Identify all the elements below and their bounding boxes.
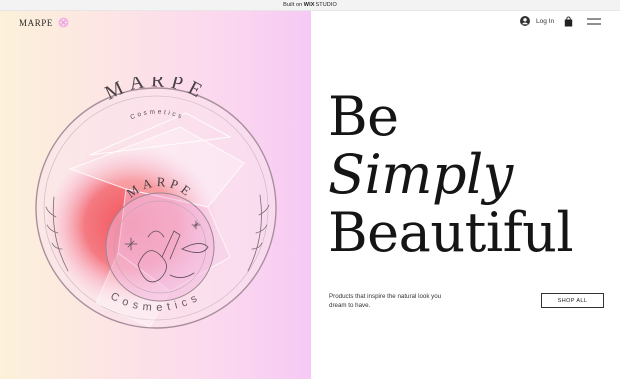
wix-logo: WIX — [303, 2, 315, 8]
marpe-cosmetics-logo-image: MARPE Cosmetics MARPE Cosmetics — [35, 77, 277, 329]
shop-all-button[interactable]: SHOP ALL — [541, 293, 604, 308]
wix-studio-label: STUDIO — [315, 2, 337, 8]
login-button[interactable]: Log In — [520, 16, 554, 26]
hero-heading: Be Simply Beautiful — [328, 85, 574, 264]
login-label: Log In — [536, 17, 555, 25]
banner-prefix: Built on — [283, 2, 303, 8]
hero-image-panel: MARPE Cosmetics MARPE Cosmetics — [0, 11, 311, 379]
user-icon — [520, 16, 530, 26]
hero-line-beautiful: Beautiful — [328, 201, 574, 264]
wix-banner[interactable]: Built on WIX STUDIO — [0, 0, 620, 11]
flower-icon — [58, 17, 69, 28]
hamburger-menu-icon[interactable] — [587, 18, 601, 25]
hero-line-simply: Simply — [328, 143, 513, 206]
hero-line-be: Be — [328, 85, 399, 148]
hero-tagline: Products that inspire the natural look y… — [329, 293, 442, 309]
brand-name[interactable]: MARPE — [19, 18, 53, 28]
shopping-bag-icon[interactable] — [564, 16, 573, 27]
brand[interactable]: MARPE — [19, 17, 69, 28]
